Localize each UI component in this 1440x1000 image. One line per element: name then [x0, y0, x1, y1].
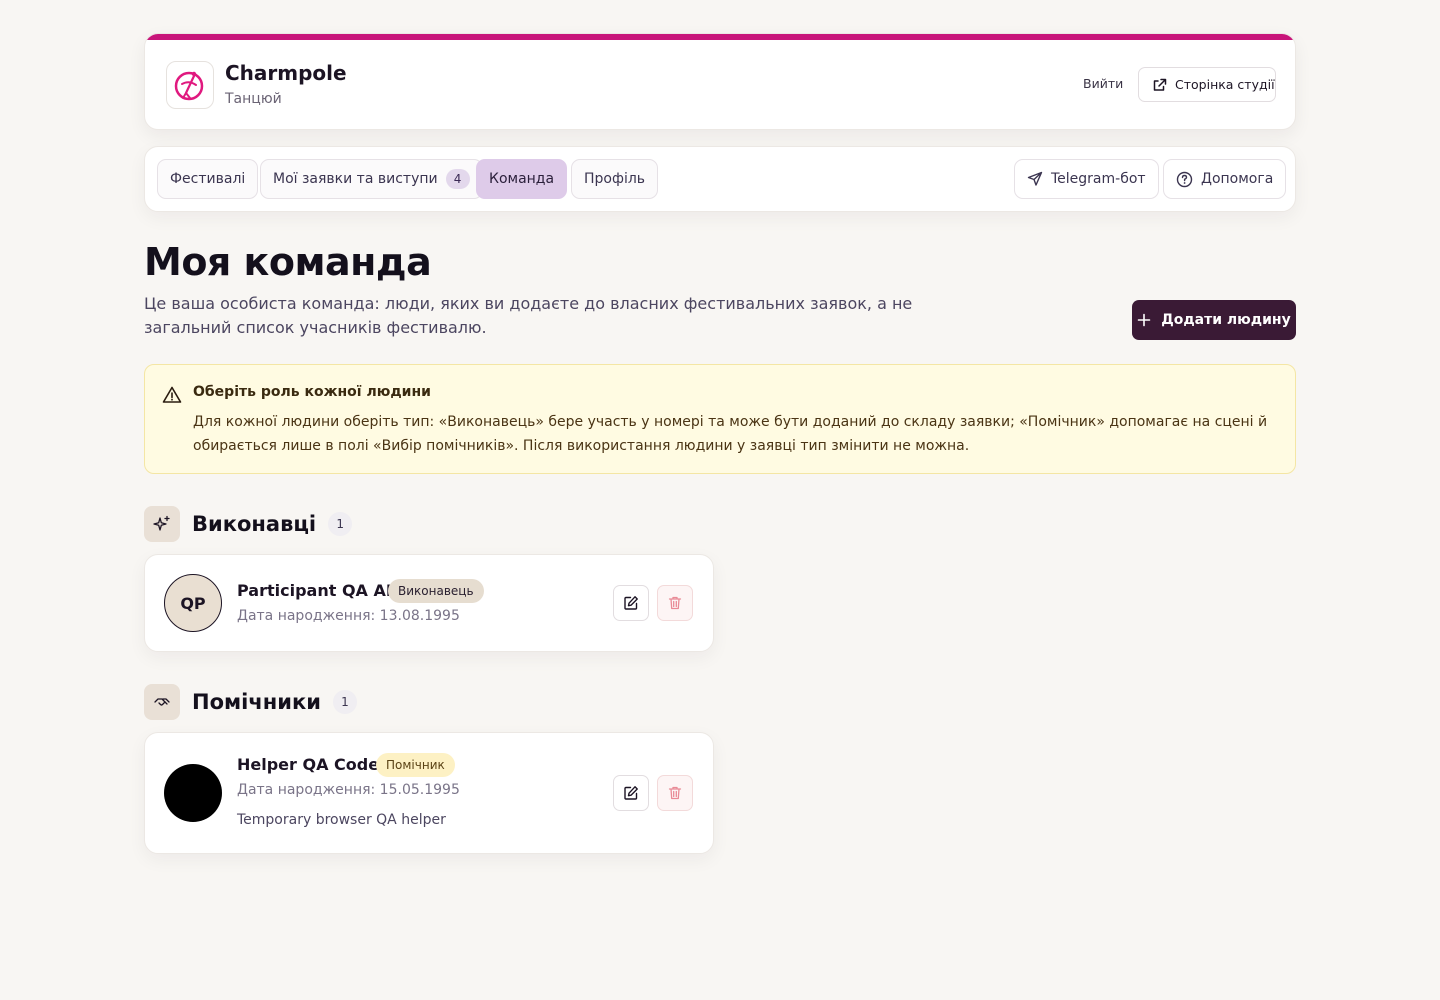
brand-name: Charmpole	[225, 61, 347, 85]
tab-label: Фестивалі	[170, 171, 246, 187]
avatar: QP	[164, 574, 222, 632]
trash-icon	[668, 786, 682, 800]
performers-section-header: Виконавці 1	[144, 506, 353, 542]
person-card: Helper QA Codex Помічник Дата народження…	[144, 732, 714, 854]
edit-icon	[624, 596, 638, 610]
tab-team[interactable]: Команда	[476, 159, 568, 199]
person-name: Helper QA Codex	[237, 755, 390, 774]
trash-icon	[668, 596, 682, 610]
person-card: QP Participant QA APP Виконавець Дата на…	[144, 554, 714, 652]
telegram-bot-button[interactable]: Telegram-бот	[1014, 159, 1159, 199]
studio-page-label: Сторінка студії	[1175, 77, 1275, 92]
delete-button[interactable]	[657, 775, 693, 811]
tab-festivals[interactable]: Фестивалі	[157, 159, 259, 199]
warning-triangle-icon	[162, 386, 182, 403]
help-circle-icon	[1176, 171, 1193, 187]
tab-label: Команда	[489, 171, 555, 187]
alert-text: Для кожної людини оберіть тип: «Виконаве…	[193, 414, 1268, 454]
performers-count: 1	[328, 512, 353, 536]
logout-link[interactable]: Вийти	[1083, 76, 1123, 91]
handshake-icon	[144, 684, 180, 720]
brand-subtitle: Танцюй	[225, 91, 282, 107]
helpers-title: Помічники	[192, 690, 321, 714]
tab-label: Мої заявки та виступи	[273, 171, 438, 187]
person-note: Temporary browser QA helper	[237, 812, 446, 828]
avatar	[164, 764, 222, 822]
sparkles-icon	[144, 506, 180, 542]
page-description: Це ваша особиста команда: люди, яких ви …	[144, 294, 913, 337]
accent-bar	[145, 34, 1295, 40]
role-badge: Виконавець	[388, 579, 484, 603]
plus-icon	[1137, 313, 1151, 327]
studio-page-button[interactable]: Сторінка студії	[1138, 67, 1276, 102]
person-dob: Дата народження: 15.05.1995	[237, 782, 460, 798]
logo-icon	[174, 71, 204, 101]
edit-button[interactable]	[613, 775, 649, 811]
person-name: Participant QA APP	[237, 581, 410, 600]
helpers-section-header: Помічники 1	[144, 684, 357, 720]
add-person-label: Додати людину	[1161, 312, 1291, 328]
performers-title: Виконавці	[192, 512, 317, 536]
main-nav: Фестивалі Мої заявки та виступи 4 Команд…	[144, 146, 1296, 212]
tab-profile[interactable]: Профіль	[571, 159, 659, 199]
telegram-bot-label: Telegram-бот	[1051, 171, 1146, 187]
page-title: Моя команда	[144, 240, 432, 284]
delete-button[interactable]	[657, 585, 693, 621]
external-link-icon	[1153, 78, 1167, 91]
help-label: Допомога	[1201, 171, 1274, 187]
role-alert: Оберіть роль кожної людини Для кожної лю…	[144, 364, 1296, 474]
helpers-count: 1	[332, 690, 357, 714]
edit-button[interactable]	[613, 585, 649, 621]
applications-count-badge: 4	[445, 169, 470, 189]
person-dob: Дата народження: 13.08.1995	[237, 608, 460, 624]
add-person-button[interactable]: Додати людину	[1132, 300, 1296, 340]
app-header: Charmpole Танцюй Вийти Сторінка студії	[144, 33, 1296, 130]
send-icon	[1027, 171, 1043, 186]
help-button[interactable]: Допомога	[1163, 159, 1287, 199]
tab-my-applications[interactable]: Мої заявки та виступи 4	[260, 159, 483, 199]
edit-icon	[624, 786, 638, 800]
alert-title: Оберіть роль кожної людини	[193, 384, 431, 400]
brand-logo[interactable]	[166, 61, 214, 109]
tab-label: Профіль	[584, 171, 646, 187]
role-badge: Помічник	[376, 753, 455, 777]
